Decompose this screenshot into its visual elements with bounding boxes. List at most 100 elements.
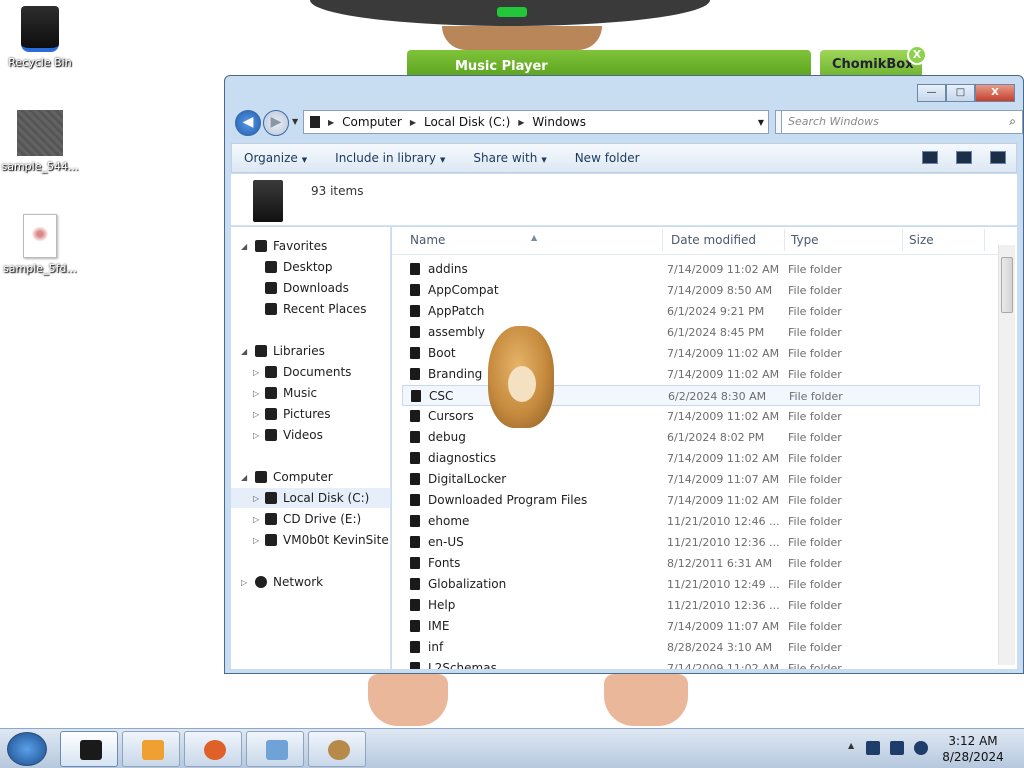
table-row[interactable]: addins 7/14/2009 11:02 AM File folder bbox=[402, 259, 980, 280]
collapse-arrow-icon[interactable]: ▷ bbox=[253, 494, 259, 503]
column-divider[interactable] bbox=[902, 229, 903, 251]
scrollbar-thumb[interactable] bbox=[1001, 257, 1013, 313]
show-hidden-icons-icon[interactable]: ▲ bbox=[848, 741, 856, 755]
maximize-button[interactable]: □ bbox=[946, 84, 975, 102]
taskbar-media-player-button[interactable] bbox=[122, 731, 180, 767]
volume-icon[interactable] bbox=[914, 741, 928, 755]
taskbar-firefox-button[interactable] bbox=[184, 731, 242, 767]
minimize-button[interactable]: — bbox=[917, 84, 946, 102]
change-view-icon[interactable] bbox=[922, 151, 938, 164]
column-size[interactable]: Size bbox=[909, 233, 934, 247]
expand-arrow-icon[interactable]: ◢ bbox=[241, 473, 247, 482]
forward-button[interactable]: ▶ bbox=[263, 110, 289, 136]
address-bar[interactable]: ▶ Computer ▶ Local Disk (C:) ▶ Windows ▼ bbox=[303, 110, 769, 134]
collapse-arrow-icon[interactable]: ▷ bbox=[253, 389, 259, 398]
expand-arrow-icon[interactable]: ◢ bbox=[241, 347, 247, 356]
column-divider[interactable] bbox=[784, 229, 785, 251]
action-center-icon[interactable] bbox=[866, 741, 880, 755]
share-with-menu[interactable]: Share with ▼ bbox=[473, 151, 546, 165]
image-viewer-icon bbox=[266, 740, 288, 760]
table-row[interactable]: assembly 6/1/2024 8:45 PM File folder bbox=[402, 322, 980, 343]
network-tray-icon[interactable] bbox=[890, 741, 904, 755]
file-type: File folder bbox=[788, 284, 842, 297]
table-row[interactable]: inf 8/28/2024 3:10 AM File folder bbox=[402, 637, 980, 658]
recent-pages-dropdown[interactable]: ▼ bbox=[292, 117, 298, 126]
preview-pane-icon[interactable] bbox=[956, 151, 972, 164]
address-dropdown-icon[interactable]: ▼ bbox=[758, 118, 764, 127]
file-name: Cursors bbox=[428, 409, 474, 423]
new-folder-button[interactable]: New folder bbox=[575, 151, 640, 165]
collapse-arrow-icon[interactable]: ▷ bbox=[253, 368, 259, 377]
close-button[interactable]: X bbox=[975, 84, 1015, 102]
back-button[interactable]: ◀ bbox=[235, 110, 261, 136]
collapse-arrow-icon[interactable]: ▷ bbox=[253, 515, 259, 524]
file-date-modified: 6/1/2024 8:45 PM bbox=[667, 326, 765, 339]
table-row[interactable]: en-US 11/21/2010 12:36 ... File folder bbox=[402, 532, 980, 553]
desktop-icon-recycle-bin[interactable]: Recycle Bin bbox=[0, 6, 80, 69]
nav-documents[interactable]: Documents bbox=[265, 365, 351, 379]
file-type: File folder bbox=[788, 368, 842, 381]
file-date-modified: 7/14/2009 11:02 AM bbox=[667, 410, 780, 423]
nav-libraries[interactable]: Libraries bbox=[255, 344, 325, 358]
table-row[interactable]: Cursors 7/14/2009 11:02 AM File folder bbox=[402, 406, 980, 427]
table-row[interactable]: diagnostics 7/14/2009 11:02 AM File folder bbox=[402, 448, 980, 469]
collapse-arrow-icon[interactable]: ▷ bbox=[253, 410, 259, 419]
nav-music[interactable]: Music bbox=[265, 386, 317, 400]
nav-computer[interactable]: Computer bbox=[255, 470, 333, 484]
include-in-library-menu[interactable]: Include in library ▼ bbox=[335, 151, 445, 165]
folder-icon bbox=[410, 662, 420, 669]
collapse-arrow-icon[interactable]: ▷ bbox=[253, 536, 259, 545]
table-row[interactable]: AppPatch 6/1/2024 9:21 PM File folder bbox=[402, 301, 980, 322]
taskbar-explorer-button[interactable] bbox=[60, 731, 118, 767]
breadcrumb-windows[interactable]: Windows bbox=[532, 115, 586, 129]
expand-arrow-icon[interactable]: ◢ bbox=[241, 242, 247, 251]
search-input[interactable]: Search Windows ⌕ bbox=[781, 110, 1023, 134]
desktop-icon-label: Recycle Bin bbox=[8, 56, 72, 69]
breadcrumb-computer[interactable]: Computer bbox=[342, 115, 402, 129]
column-divider[interactable] bbox=[662, 229, 663, 251]
nav-desktop[interactable]: Desktop bbox=[265, 260, 333, 274]
table-row[interactable]: L2Schemas 7/14/2009 11:02 AM File folder bbox=[402, 658, 980, 669]
column-divider[interactable] bbox=[984, 229, 985, 251]
taskbar-chomikbox-button[interactable] bbox=[308, 731, 366, 767]
collapse-arrow-icon[interactable]: ▷ bbox=[241, 578, 247, 587]
file-name: IME bbox=[428, 619, 450, 633]
nav-downloads[interactable]: Downloads bbox=[265, 281, 349, 295]
organize-menu[interactable]: Organize ▼ bbox=[244, 151, 307, 165]
taskbar-image-viewer-button[interactable] bbox=[246, 731, 304, 767]
table-row[interactable]: DigitalLocker 7/14/2009 11:07 AM File fold… bbox=[402, 469, 980, 490]
file-name: Boot bbox=[428, 346, 456, 360]
table-row[interactable]: Help 11/21/2010 12:36 ... File folder bbox=[402, 595, 980, 616]
desktop-icon-sample-document[interactable]: sample_5fd... bbox=[0, 214, 80, 275]
table-row[interactable]: IME 7/14/2009 11:07 AM File folder bbox=[402, 616, 980, 637]
nav-favorites[interactable]: Favorites bbox=[255, 239, 327, 253]
collapse-arrow-icon[interactable]: ▷ bbox=[253, 431, 259, 440]
table-row[interactable]: Globalization 11/21/2010 12:49 ... File fo… bbox=[402, 574, 980, 595]
system-clock[interactable]: 3:12 AM 8/28/2024 bbox=[942, 733, 1004, 765]
nav-videos[interactable]: Videos bbox=[265, 428, 323, 442]
column-type[interactable]: Type bbox=[791, 233, 819, 247]
start-button[interactable] bbox=[7, 732, 47, 766]
nav-cd-drive[interactable]: CD Drive (E:) bbox=[265, 512, 361, 526]
desktop-icon-sample-image[interactable]: sample_544... bbox=[0, 110, 80, 173]
file-type: File folder bbox=[788, 494, 842, 507]
nav-network[interactable]: Network bbox=[255, 575, 323, 589]
table-row[interactable]: debug 6/1/2024 8:02 PM File folder bbox=[402, 427, 980, 448]
table-row[interactable]: ehome 11/21/2010 12:46 ... File folder bbox=[402, 511, 980, 532]
nav-local-disk[interactable]: Local Disk (C:) bbox=[265, 491, 369, 505]
table-row[interactable]: Downloaded Program Files 7/14/2009 11:02 … bbox=[402, 490, 980, 511]
table-row[interactable]: AppCompat 7/14/2009 8:50 AM File folder bbox=[402, 280, 980, 301]
column-name[interactable]: Name bbox=[410, 233, 445, 247]
table-row[interactable]: Fonts 8/12/2011 6:31 AM File folder bbox=[402, 553, 980, 574]
breadcrumb-local-disk[interactable]: Local Disk (C:) bbox=[424, 115, 510, 129]
file-name: L2Schemas bbox=[428, 661, 497, 669]
nav-pictures[interactable]: Pictures bbox=[265, 407, 331, 421]
nav-network-share[interactable]: VM0b0t KevinSite bbox=[265, 533, 389, 547]
gadget-close-button[interactable]: X bbox=[907, 45, 927, 65]
help-icon[interactable] bbox=[990, 151, 1006, 164]
column-date-modified[interactable]: Date modified bbox=[671, 233, 756, 247]
vertical-scrollbar[interactable] bbox=[998, 245, 1015, 665]
search-icon[interactable]: ⌕ bbox=[1009, 114, 1016, 129]
file-name: en-US bbox=[428, 535, 464, 549]
nav-recent-places[interactable]: Recent Places bbox=[265, 302, 366, 316]
